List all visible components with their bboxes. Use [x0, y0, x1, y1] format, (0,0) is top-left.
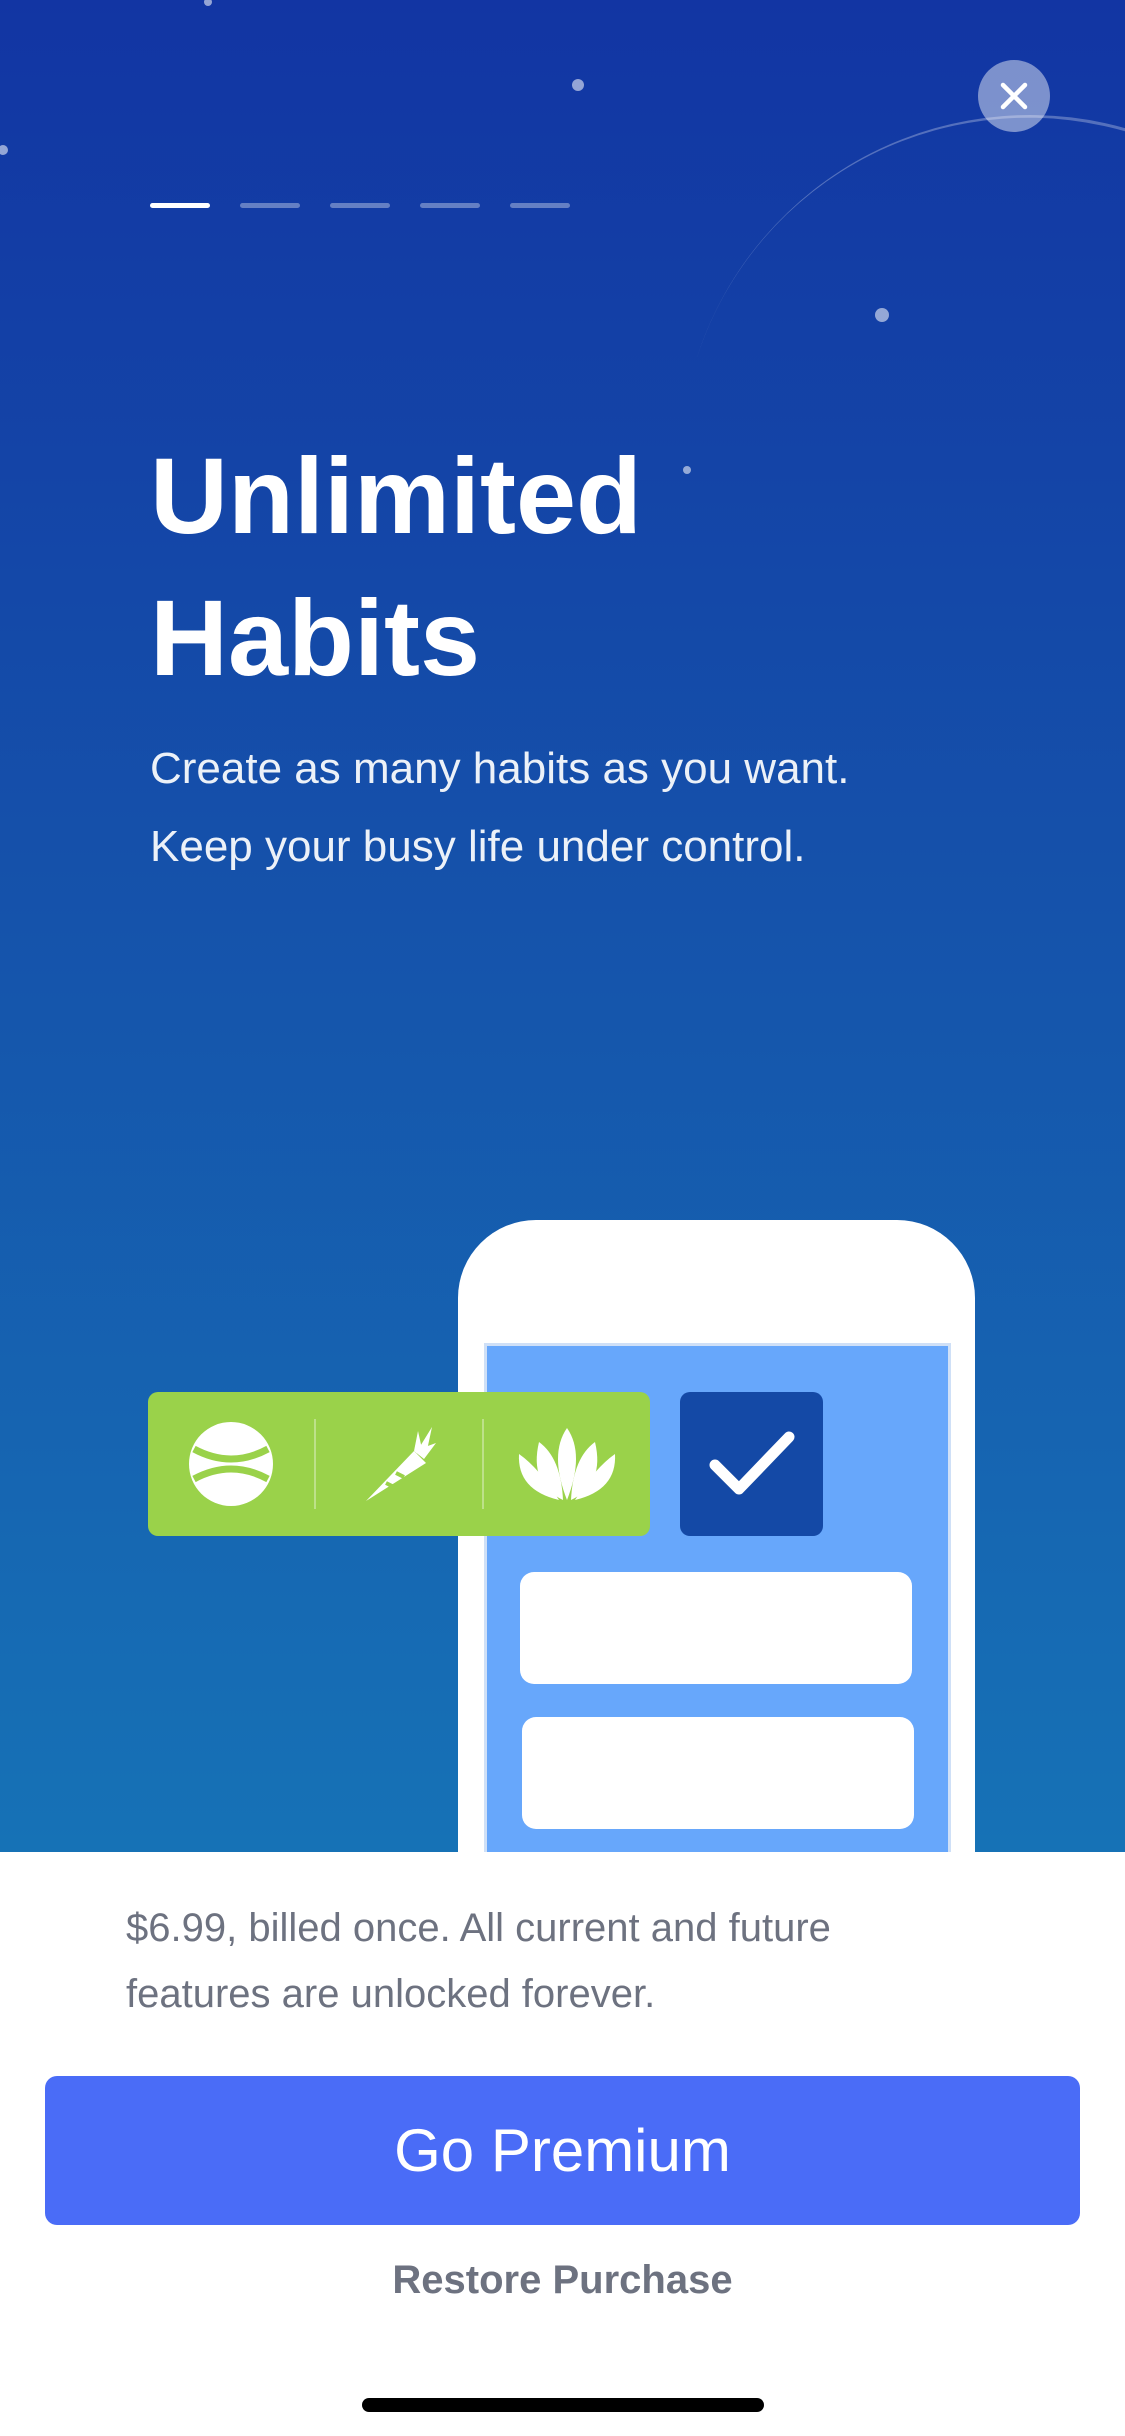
subtitle-line: Keep your busy life under control.	[150, 822, 806, 871]
page-dot[interactable]	[240, 203, 300, 208]
checkmark-icon	[709, 1431, 794, 1495]
home-indicator[interactable]	[362, 2398, 764, 2412]
title-line: Unlimited	[150, 435, 643, 556]
restore-purchase-link[interactable]: Restore Purchase	[0, 2252, 1125, 2308]
price-description: $6.99, billed once. All current and futu…	[126, 1895, 1026, 2027]
price-line: $6.99, billed once. All current and futu…	[126, 1906, 831, 1950]
tennis-ball-icon	[189, 1422, 273, 1506]
habit-cell	[148, 1392, 314, 1536]
habit-cell	[484, 1392, 650, 1536]
star-decoration	[0, 145, 8, 155]
page-indicator	[150, 203, 570, 208]
habit-icons-strip	[148, 1392, 650, 1536]
checkbox-illustration	[680, 1392, 823, 1536]
hero-section: Unlimited Habits Create as many habits a…	[0, 0, 1125, 1852]
page-dot[interactable]	[420, 203, 480, 208]
title-line: Habits	[150, 577, 481, 698]
subtitle-line: Create as many habits as you want.	[150, 744, 850, 793]
price-line: features are unlocked forever.	[126, 1972, 656, 2016]
page-dot[interactable]	[330, 203, 390, 208]
phone-field	[520, 1572, 912, 1684]
habit-cell	[316, 1392, 482, 1536]
close-icon	[1000, 82, 1028, 110]
star-decoration	[204, 0, 212, 6]
close-button[interactable]	[978, 60, 1050, 132]
go-premium-button[interactable]: Go Premium	[45, 2076, 1080, 2225]
page-dot[interactable]	[510, 203, 570, 208]
carrot-icon	[366, 1427, 436, 1501]
star-decoration	[572, 79, 584, 91]
page-subtitle: Create as many habits as you want. Keep …	[150, 730, 1050, 886]
page-dot-active[interactable]	[150, 203, 210, 208]
phone-field	[522, 1717, 914, 1829]
page-title: Unlimited Habits	[150, 425, 950, 709]
lotus-icon	[518, 1428, 616, 1500]
